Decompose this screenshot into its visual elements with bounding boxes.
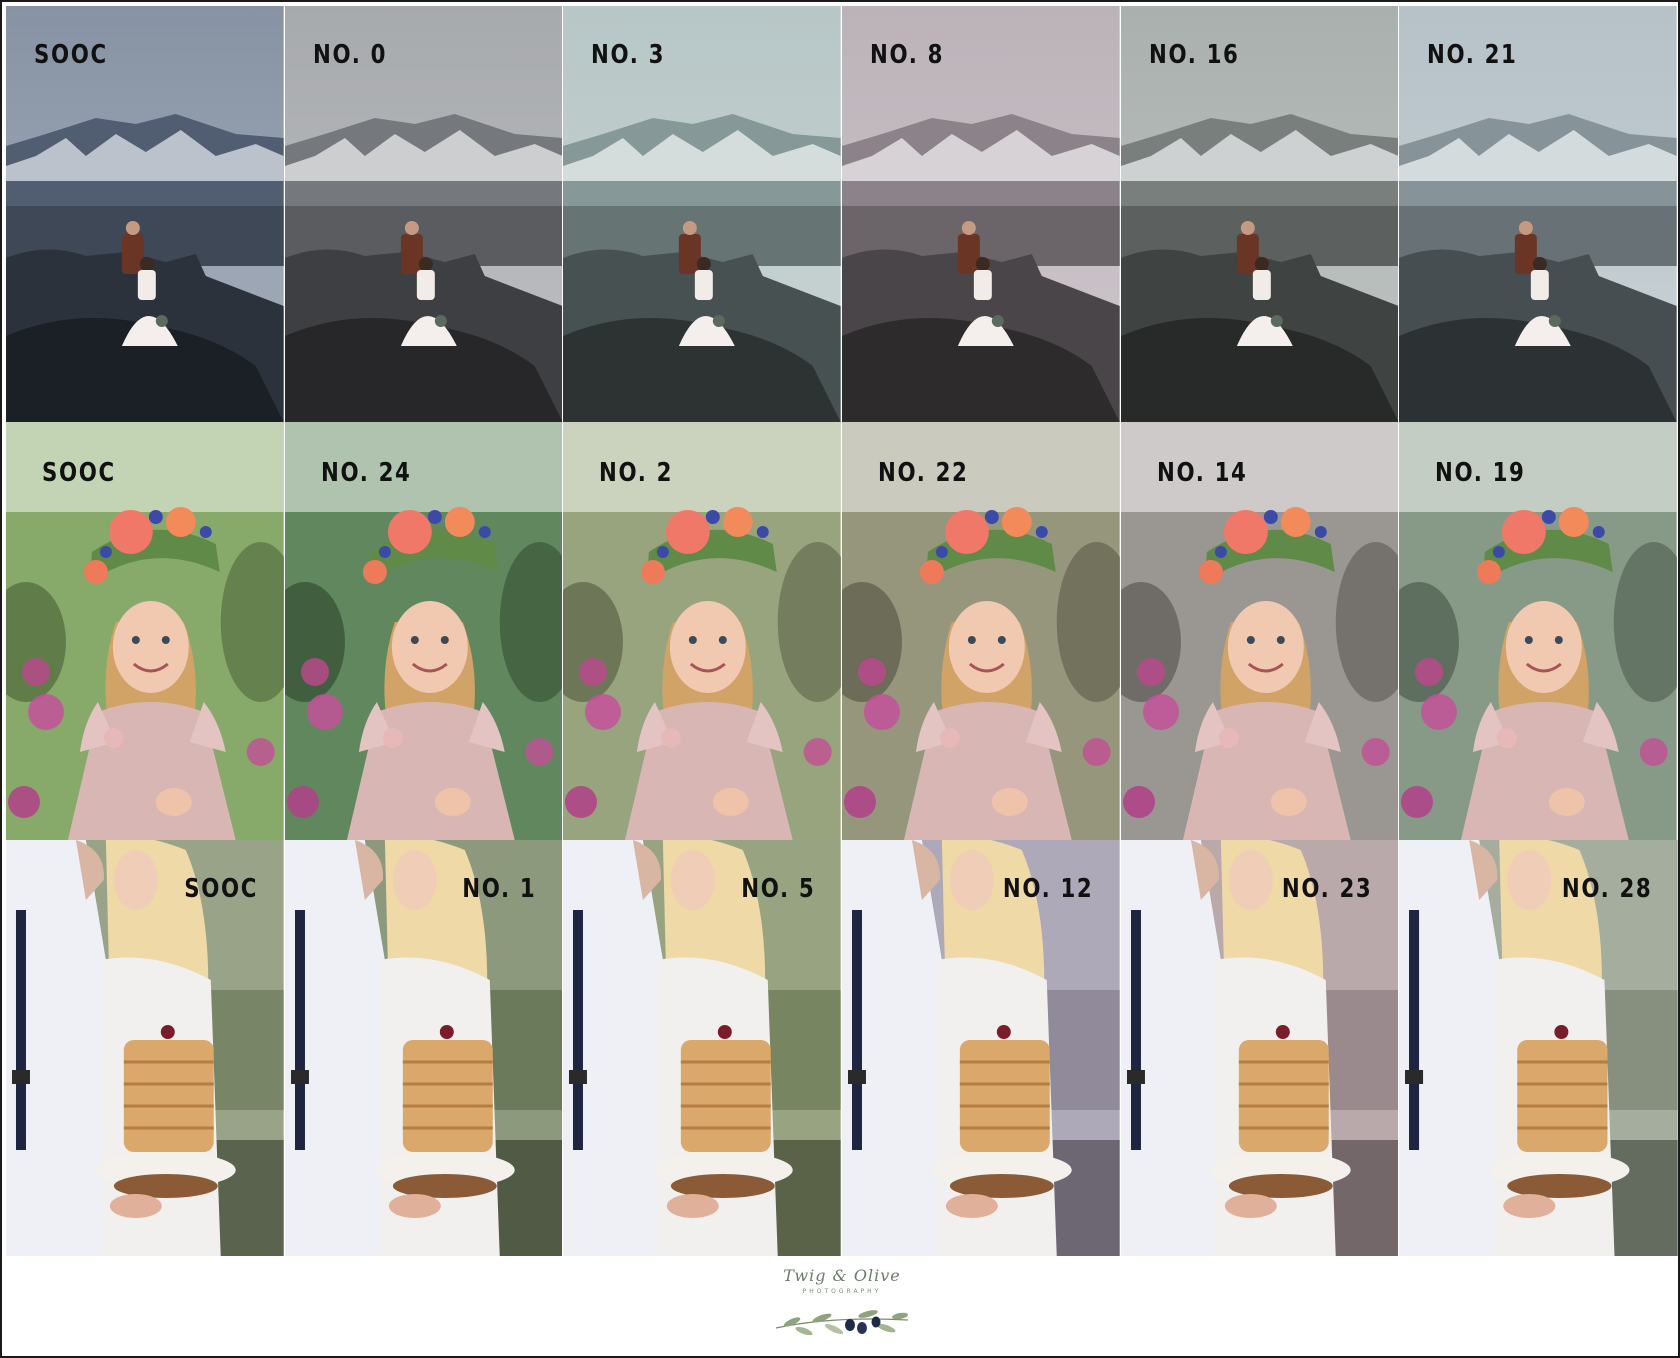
collage-frame: SOOC NO. 0 NO. 3 NO. 8 NO. 16 NO. 21 SOOC NO. 2… [0, 0, 1680, 1358]
photo-tile: NO. 5 [563, 840, 842, 1256]
preset-label: NO. 5 [740, 874, 815, 904]
preset-label: NO. 2 [599, 458, 674, 488]
photo-tile: NO. 3 [563, 6, 842, 422]
preset-label: NO. 28 [1561, 874, 1652, 904]
preset-label: NO. 23 [1281, 874, 1373, 904]
preset-label: NO. 8 [869, 40, 945, 70]
preset-label: SOOC [34, 40, 108, 70]
preset-label: NO. 14 [1156, 458, 1248, 488]
photo-tile: NO. 21 [1399, 6, 1678, 422]
photo-tile: NO. 8 [841, 6, 1121, 422]
preset-label: NO. 3 [591, 40, 666, 70]
photo-tile: SOOC [6, 422, 285, 840]
preset-label: NO. 19 [1435, 458, 1526, 488]
photo-tile: NO. 12 [841, 840, 1121, 1256]
photo-tile: NO. 14 [1120, 422, 1400, 840]
olive-branch-icon [775, 1310, 909, 1336]
preset-comparison-grid: SOOC NO. 0 NO. 3 NO. 8 NO. 16 NO. 21 SOOC NO. 2… [6, 6, 1678, 1256]
photo-tile: SOOC [6, 840, 285, 1256]
preset-label: NO. 22 [877, 458, 969, 488]
logo-script-text: Twig & Olive [783, 1266, 901, 1285]
photo-tile: NO. 22 [841, 422, 1121, 840]
photo-tile: NO. 19 [1399, 422, 1678, 840]
photo-tile: NO. 1 [284, 840, 564, 1256]
preset-label: NO. 12 [1003, 874, 1094, 904]
photo-tile: NO. 2 [563, 422, 842, 840]
preset-label: NO. 16 [1148, 40, 1240, 70]
preset-label: NO. 1 [462, 874, 537, 904]
photo-tile: NO. 0 [284, 6, 564, 422]
photo-tile: NO. 23 [1120, 840, 1400, 1256]
preset-label: SOOC [183, 874, 258, 904]
preset-label: SOOC [42, 458, 116, 488]
preset-label: NO. 21 [1427, 40, 1518, 70]
preset-label: NO. 24 [320, 458, 412, 488]
photo-tile: SOOC [6, 6, 285, 422]
photo-tile: NO. 24 [284, 422, 564, 840]
photo-tile: NO. 16 [1120, 6, 1400, 422]
studio-logo: Twig & Olive PHOTOGRAPHY [742, 1264, 942, 1352]
photo-tile: NO. 28 [1399, 840, 1678, 1256]
logo-sub-text: PHOTOGRAPHY [802, 1288, 882, 1295]
preset-label: NO. 0 [312, 40, 387, 70]
